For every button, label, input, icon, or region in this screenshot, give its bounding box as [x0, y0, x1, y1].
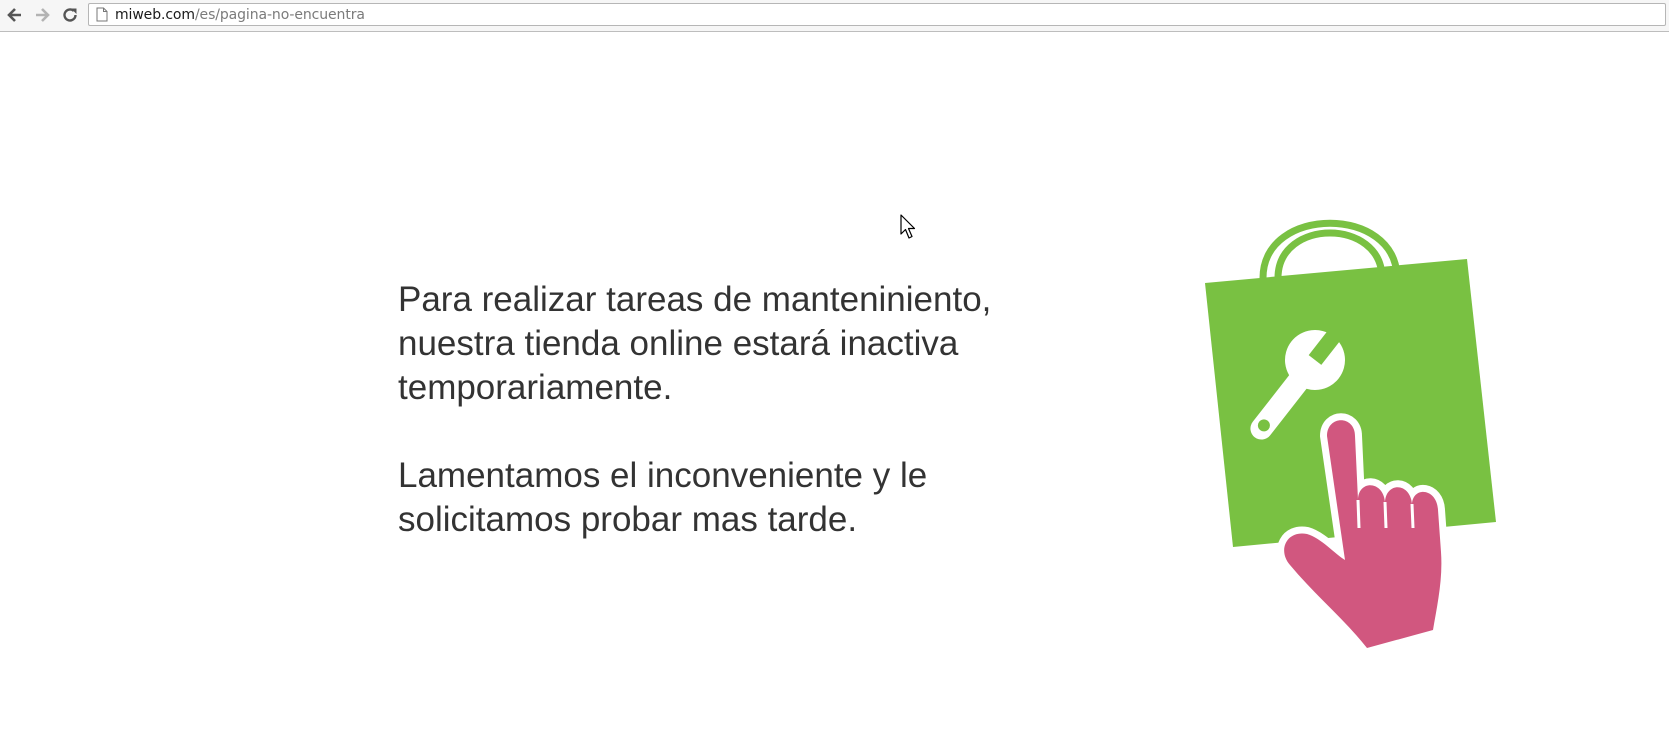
- url-host: miweb.com: [115, 6, 195, 23]
- reload-icon: [63, 8, 77, 22]
- arrow-left-icon: [7, 8, 21, 22]
- address-bar[interactable]: miweb.com/es/pagina-no-encuentra: [88, 3, 1666, 26]
- forward-button[interactable]: [31, 4, 53, 26]
- browser-toolbar: miweb.com/es/pagina-no-encuentra: [0, 0, 1669, 32]
- document-icon: [95, 7, 109, 23]
- reload-button[interactable]: [59, 4, 81, 26]
- maintenance-message: Para realizar tareas de manteniniento, n…: [398, 278, 1098, 542]
- apology-paragraph: Lamentamos el inconveniente y le solicit…: [398, 456, 928, 539]
- shopping-bag-maintenance-logo: [1205, 219, 1496, 655]
- maintenance-paragraph: Para realizar tareas de manteniniento, n…: [398, 280, 992, 407]
- url-text: miweb.com/es/pagina-no-encuentra: [115, 7, 365, 23]
- arrow-right-icon: [36, 8, 50, 22]
- back-button[interactable]: [4, 4, 26, 26]
- page-content: Para realizar tareas de manteniniento, n…: [0, 32, 1669, 755]
- mouse-cursor-icon: [900, 214, 916, 239]
- url-path: /es/pagina-no-encuentra: [194, 6, 365, 23]
